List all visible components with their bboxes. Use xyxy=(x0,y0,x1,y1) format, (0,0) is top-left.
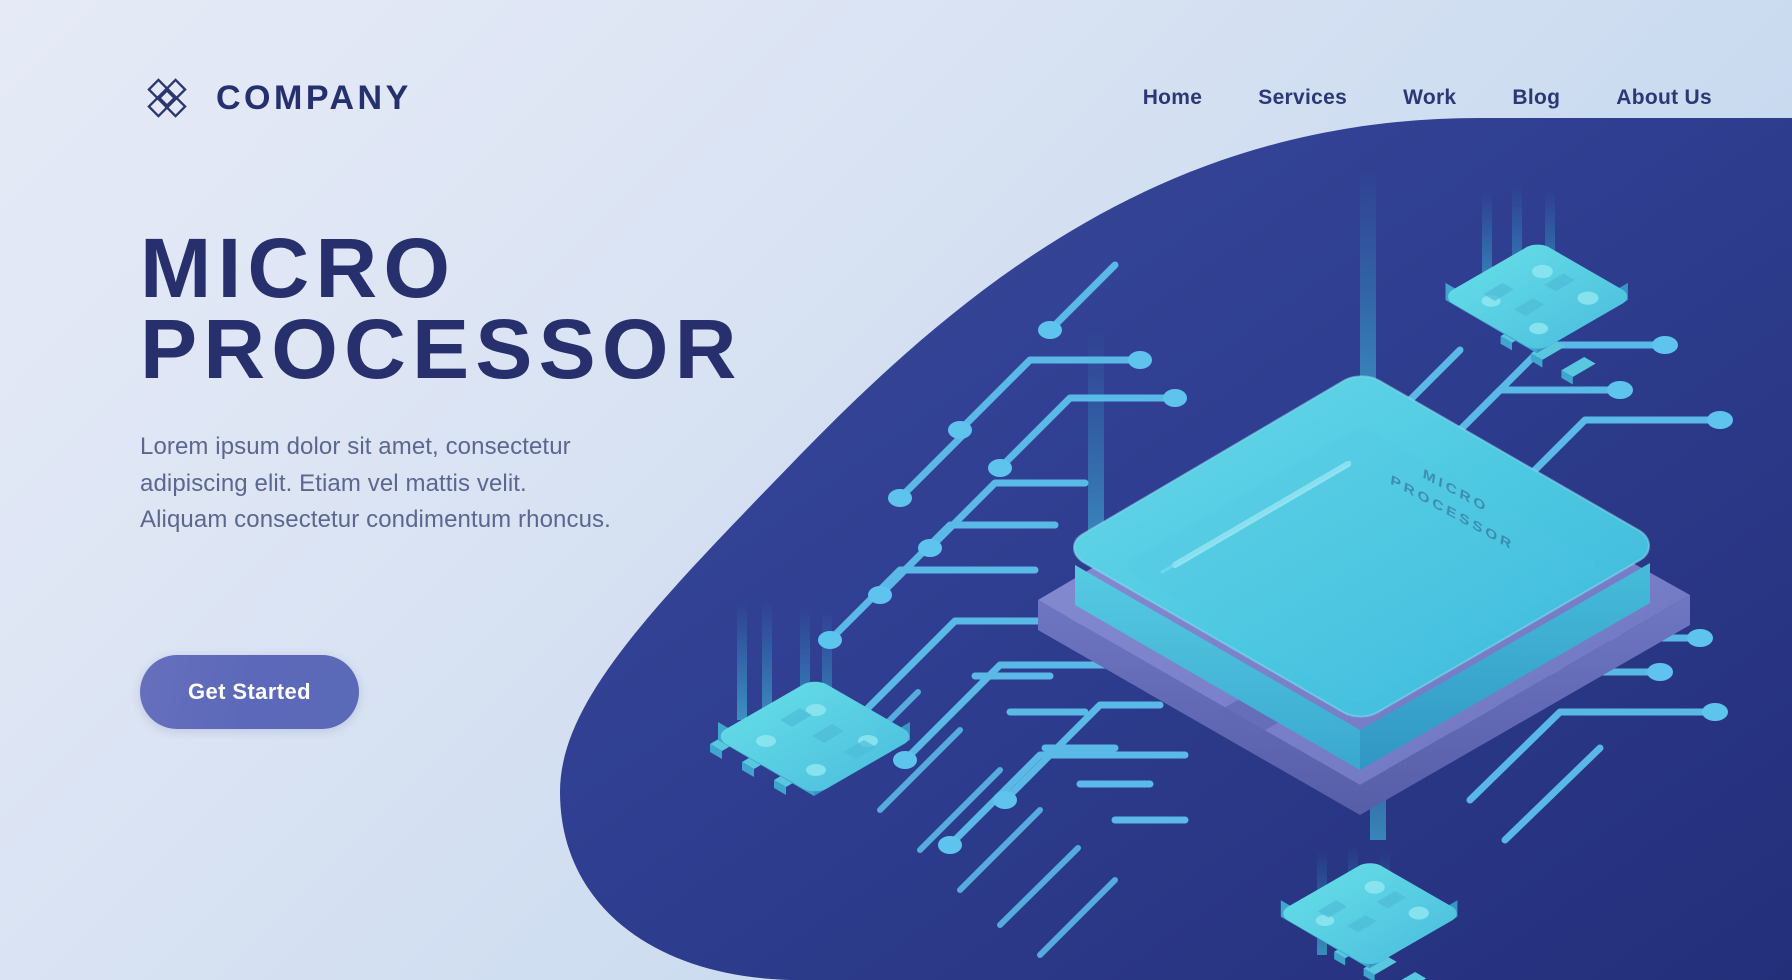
chip-label-line1: MICRO xyxy=(1422,466,1489,516)
nav-item-work[interactable]: Work xyxy=(1375,76,1484,120)
landing-page: MICRO PROCESSOR COMPANY Home Services Wo… xyxy=(0,0,1792,980)
main-processor-chip: MICRO PROCESSOR xyxy=(1038,375,1690,815)
trace-terminals xyxy=(818,321,1733,854)
hero-description-line1: Lorem ipsum dolor sit amet, consectetur xyxy=(140,433,571,461)
brand-logo[interactable]: COMPANY xyxy=(140,71,412,125)
hero-section: MICRO PROCESSOR Lorem ipsum dolor sit am… xyxy=(140,226,900,729)
small-chip-bottom-right xyxy=(1280,863,1458,980)
chip-body-top xyxy=(1073,375,1650,718)
small-chip-top-right xyxy=(1445,244,1628,385)
nav-item-about-us[interactable]: About Us xyxy=(1588,76,1712,120)
chip-body-sides xyxy=(1075,563,1650,770)
circuit-traces xyxy=(818,261,1733,958)
get-started-button[interactable]: Get Started xyxy=(140,654,359,729)
chip-engraved-label: MICRO PROCESSOR xyxy=(1390,466,1516,554)
hero-description: Lorem ipsum dolor sit amet, consectetur … xyxy=(140,429,720,538)
page-title-line1: MICRO xyxy=(140,221,457,315)
chip-label-line2: PROCESSOR xyxy=(1390,472,1516,554)
chip-substrate xyxy=(1038,410,1690,815)
hero-description-line3: Aliquam consectetur condimentum rhoncus. xyxy=(140,506,611,534)
brand-name: COMPANY xyxy=(216,78,412,117)
nav-item-services[interactable]: Services xyxy=(1230,76,1375,120)
interlocking-diamonds-logo-icon xyxy=(140,71,194,125)
hero-description-line2: adipiscing elit. Etiam vel mattis velit. xyxy=(140,469,527,497)
nav-item-blog[interactable]: Blog xyxy=(1484,76,1588,120)
main-navigation: Home Services Work Blog About Us xyxy=(1115,76,1712,120)
site-header: COMPANY Home Services Work Blog About Us xyxy=(0,0,1792,196)
page-title-line2: PROCESSOR xyxy=(140,301,743,396)
nav-item-home[interactable]: Home xyxy=(1115,76,1231,120)
glow-beams xyxy=(1088,170,1386,840)
page-title: MICRO PROCESSOR xyxy=(140,221,915,396)
